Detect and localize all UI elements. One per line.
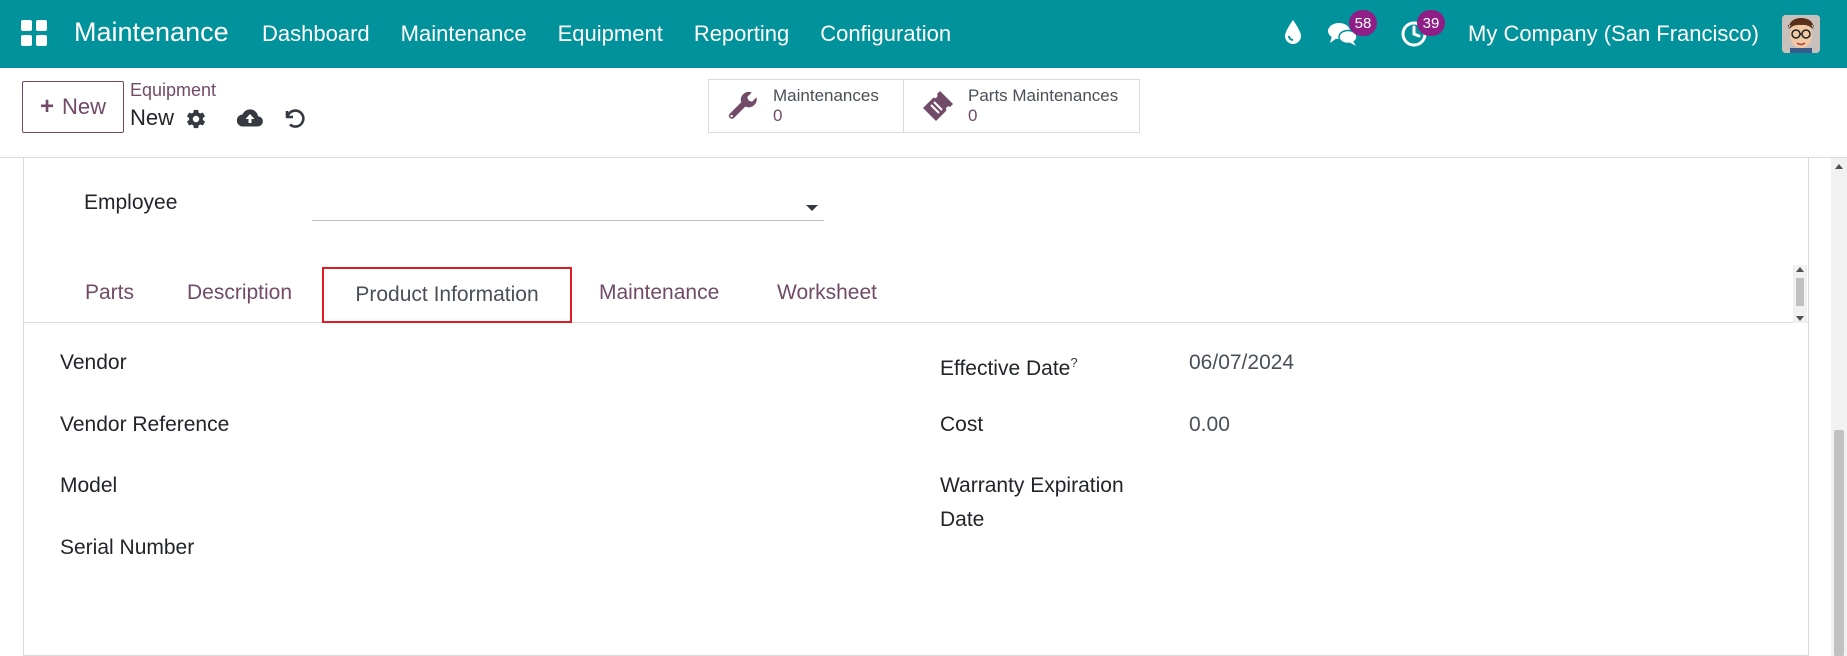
control-panel: + New Equipment New Maintenances 0 Parts…: [0, 68, 1847, 158]
scroll-up-icon[interactable]: [1796, 267, 1804, 272]
user-avatar[interactable]: [1782, 15, 1820, 53]
form-sheet: [23, 158, 1809, 656]
notebook-tabs: Parts Description Product Information Ma…: [23, 267, 1809, 323]
wrench-icon: [728, 91, 757, 119]
tab-maintenance[interactable]: Maintenance: [599, 281, 719, 305]
menu-equipment[interactable]: Equipment: [558, 21, 663, 47]
maintenances-smart-button[interactable]: Maintenances 0: [709, 80, 903, 132]
parts-maintenances-count: 0: [968, 106, 978, 125]
tabs-scrollbar[interactable]: [1793, 265, 1807, 323]
scroll-down-icon[interactable]: [1796, 316, 1804, 321]
parts-maintenances-smart-button[interactable]: Parts Maintenances 0: [903, 80, 1139, 132]
model-label: Model: [60, 474, 118, 497]
cost-field[interactable]: 0.00: [1189, 408, 1230, 442]
chevron-down-icon[interactable]: [806, 205, 818, 211]
plus-icon: +: [39, 93, 54, 120]
parts-maintenances-label: Parts Maintenances: [968, 86, 1119, 105]
maintenances-count: 0: [773, 106, 783, 125]
menu-maintenance[interactable]: Maintenance: [401, 21, 527, 47]
employee-field[interactable]: [312, 191, 824, 221]
activities-badge: 39: [1417, 10, 1445, 36]
vendor-reference-label: Vendor Reference: [60, 413, 230, 436]
employee-label: Employee: [84, 191, 178, 214]
messages-badge: 58: [1349, 10, 1377, 36]
main-menu: Dashboard Maintenance Equipment Reportin…: [262, 21, 982, 47]
drop-icon[interactable]: [1283, 18, 1303, 46]
breadcrumb-equipment[interactable]: Equipment: [130, 80, 216, 101]
ticket-icon: [923, 91, 953, 121]
gear-icon[interactable]: [185, 108, 207, 130]
effective-date-field[interactable]: 06/07/2024: [1189, 346, 1294, 380]
apps-menu-icon[interactable]: [21, 20, 47, 46]
smart-buttons: Maintenances 0 Parts Maintenances 0: [708, 79, 1140, 133]
new-button[interactable]: + New: [22, 81, 124, 133]
cost-label: Cost: [940, 413, 984, 436]
tab-worksheet[interactable]: Worksheet: [777, 281, 877, 305]
menu-dashboard[interactable]: Dashboard: [262, 21, 370, 47]
page-scroll-thumb[interactable]: [1834, 430, 1844, 656]
help-tooltip-icon[interactable]: ?: [1070, 355, 1077, 370]
page-scroll-up-icon[interactable]: [1835, 164, 1843, 169]
vendor-label: Vendor: [60, 351, 127, 374]
app-title[interactable]: Maintenance: [74, 17, 229, 48]
page-scrollbar[interactable]: [1831, 158, 1847, 656]
warranty-expiration-label-line1: Warranty Expiration: [940, 474, 1124, 497]
warranty-expiration-label-line2: Date: [940, 508, 985, 531]
warranty-expiration-label: Warranty Expiration Date: [940, 469, 1124, 537]
top-navbar: Maintenance Dashboard Maintenance Equipm…: [0, 0, 1847, 68]
menu-reporting[interactable]: Reporting: [694, 21, 789, 47]
cloud-upload-icon[interactable]: [237, 107, 263, 129]
breadcrumb-current: New: [130, 105, 175, 130]
menu-configuration[interactable]: Configuration: [820, 21, 951, 47]
undo-icon[interactable]: [282, 106, 306, 130]
maintenances-label: Maintenances: [773, 86, 879, 105]
serial-number-label: Serial Number: [60, 536, 195, 559]
scroll-thumb[interactable]: [1796, 278, 1804, 306]
tab-description[interactable]: Description: [187, 281, 292, 305]
tab-parts[interactable]: Parts: [85, 281, 134, 305]
new-button-label: New: [62, 94, 107, 119]
tab-product-information[interactable]: Product Information: [322, 267, 572, 323]
effective-date-label: Effective Date?: [940, 346, 1078, 386]
company-switcher[interactable]: My Company (San Francisco): [1468, 21, 1759, 47]
effective-date-label-text: Effective Date: [940, 357, 1071, 380]
